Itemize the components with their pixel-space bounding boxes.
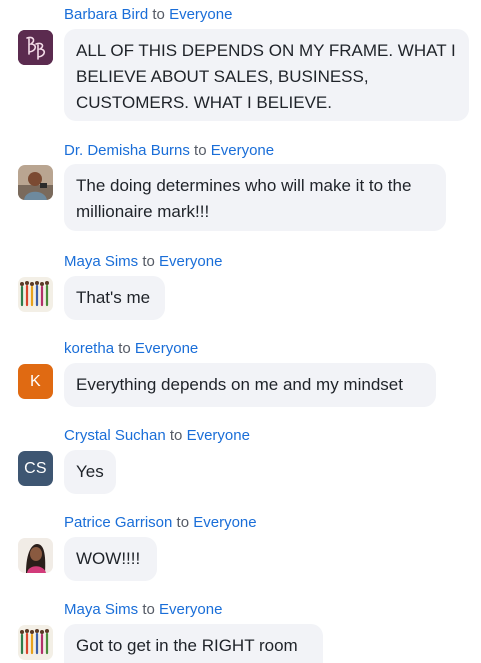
message-text: The doing determines who will make it to… (76, 176, 412, 221)
message-bubble: WOW!!!! (64, 537, 157, 581)
sender-name[interactable]: Crystal Suchan (64, 427, 166, 444)
message-text: Everything depends on me and my mindset (76, 375, 403, 394)
avatar-group-illustration-icon (18, 277, 53, 312)
sender-name[interactable]: Barbara Bird (64, 6, 148, 23)
to-label: to (152, 6, 165, 23)
message-header: Maya Sims to Everyone (64, 601, 222, 619)
message-header: koretha to Everyone (64, 340, 198, 358)
avatar-profile-photo-icon (18, 538, 53, 573)
recipient-name[interactable]: Everyone (169, 6, 232, 23)
message-header: Barbara Bird to Everyone (64, 6, 232, 24)
to-label: to (169, 427, 183, 444)
avatar-initials-text: K (30, 372, 41, 390)
sender-name[interactable]: Maya Sims (64, 601, 138, 618)
message-text: ALL OF THIS DEPENDS ON MY FRAME. WHAT I … (76, 41, 456, 112)
message-header: Crystal Suchan to Everyone (64, 427, 250, 445)
message-text: Yes (76, 462, 104, 481)
sender-name[interactable]: koretha (64, 340, 114, 357)
to-label: to (142, 253, 155, 270)
message-header: Maya Sims to Everyone (64, 253, 222, 271)
avatar-initials: CS (18, 451, 53, 486)
recipient-name[interactable]: Everyone (193, 514, 256, 531)
message-text: That's me (76, 288, 151, 307)
avatar-bb-monogram-logo-icon (18, 30, 53, 65)
message-bubble: ALL OF THIS DEPENDS ON MY FRAME. WHAT I … (64, 29, 469, 121)
recipient-name[interactable]: Everyone (187, 427, 250, 444)
sender-name[interactable]: Patrice Garrison (64, 514, 172, 531)
recipient-name[interactable]: Everyone (211, 142, 274, 159)
avatar-profile-photo-icon (18, 165, 53, 200)
message-bubble: Everything depends on me and my mindset (64, 363, 436, 407)
avatar-group-illustration-icon (18, 625, 53, 660)
to-label: to (176, 514, 190, 531)
sender-name[interactable]: Dr. Demisha Burns (64, 142, 190, 159)
recipient-name[interactable]: Everyone (135, 340, 198, 357)
recipient-name[interactable]: Everyone (159, 601, 222, 618)
message-text: Got to get in the RIGHT room (76, 636, 298, 655)
to-label: to (194, 142, 207, 159)
avatar-initials-text: CS (24, 459, 47, 477)
to-label: to (142, 601, 155, 618)
chat-message-list: Barbara Bird to Everyone ALL OF THIS DEP… (0, 0, 481, 663)
message-bubble: That's me (64, 276, 165, 320)
message-bubble: Yes (64, 450, 116, 494)
sender-name[interactable]: Maya Sims (64, 253, 138, 270)
message-header: Patrice Garrison to Everyone (64, 514, 257, 532)
avatar-initials: K (18, 364, 53, 399)
recipient-name[interactable]: Everyone (159, 253, 222, 270)
message-bubble: The doing determines who will make it to… (64, 164, 446, 231)
to-label: to (118, 340, 131, 357)
message-text: WOW!!!! (76, 549, 141, 568)
message-bubble: Got to get in the RIGHT room (64, 624, 323, 663)
message-header: Dr. Demisha Burns to Everyone (64, 142, 274, 160)
